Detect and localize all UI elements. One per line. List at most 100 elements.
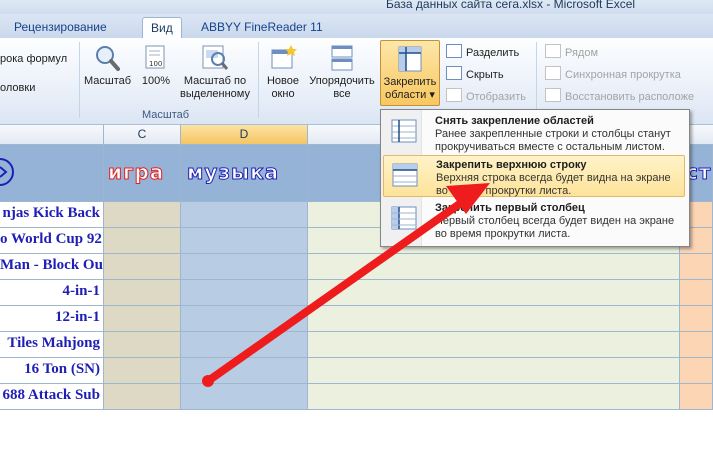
cell-d[interactable] — [181, 280, 308, 306]
hide-label: Скрыть — [466, 69, 504, 81]
cell-d[interactable] — [181, 384, 308, 410]
column-header-c[interactable]: C — [104, 125, 181, 145]
unhide-button[interactable]: Отобразить — [446, 88, 526, 104]
game-name: 4-in-1 — [62, 283, 101, 299]
freeze-first-column-desc: Первый столбец всегда будет виден на экр… — [435, 215, 675, 240]
cell-f[interactable] — [680, 254, 713, 280]
hide-button[interactable]: Скрыть — [446, 66, 504, 82]
cell-e[interactable] — [308, 332, 680, 358]
column-header-b[interactable] — [0, 125, 104, 145]
zoom-to-selection-button[interactable]: Масштаб по выделенному — [177, 44, 253, 101]
cell-f[interactable] — [680, 332, 713, 358]
cell-c[interactable] — [104, 228, 181, 254]
zoom-100-icon: 100 — [145, 45, 165, 69]
cell-c[interactable] — [104, 280, 181, 306]
hide-icon — [446, 66, 462, 80]
freeze-panes-label-line1: Закрепить — [383, 76, 437, 88]
cell-d[interactable] — [181, 306, 308, 332]
cell-e[interactable] — [308, 358, 680, 384]
cell-c[interactable] — [104, 332, 181, 358]
cell-d[interactable] — [181, 358, 308, 384]
header-cell-b[interactable] — [0, 145, 104, 202]
game-name: 688 Attack Sub — [2, 387, 100, 403]
headings-checkbox-label[interactable]: оловки — [0, 82, 35, 94]
cell-e[interactable] — [308, 384, 680, 410]
sync-scroll-button[interactable]: Синхронная прокрутка — [545, 66, 681, 82]
zoom-label: Масштаб — [84, 75, 132, 87]
new-window-label-line1: Новое — [266, 75, 300, 87]
cell-d[interactable] — [181, 254, 308, 280]
cell-c[interactable] — [104, 358, 181, 384]
tab-abbyy[interactable]: ABBYY FineReader 11 — [193, 17, 331, 37]
game-name: o World Cup 92 — [0, 231, 102, 247]
window-title: База данных сайта сега.xlsx - Microsoft … — [386, 0, 636, 11]
cell-e[interactable] — [308, 306, 680, 332]
new-window-label-line2: окно — [271, 88, 295, 100]
freeze-first-column-title: Закрепить первый столбец — [435, 202, 585, 214]
group-separator — [536, 42, 537, 118]
header-cell-c[interactable]: игра — [104, 145, 181, 202]
cell-c[interactable] — [104, 202, 181, 228]
zoom-selection-label-line1: Масштаб по — [183, 75, 247, 87]
unfreeze-title: Снять закрепление областей — [435, 115, 594, 127]
new-window-button[interactable]: Новое окно — [262, 44, 304, 101]
split-button[interactable]: Разделить — [446, 44, 519, 60]
logo-fragment-icon — [0, 158, 14, 186]
cell-d[interactable] — [181, 332, 308, 358]
arrange-all-button[interactable]: Упорядочить все — [306, 44, 378, 101]
cell-f[interactable] — [680, 280, 713, 306]
formula-bar-checkbox-label[interactable]: рока формул — [0, 53, 67, 65]
menu-item-unfreeze-panes[interactable]: Снять закрепление областей Ранее закрепл… — [383, 112, 685, 154]
tab-review[interactable]: Рецензирование — [6, 17, 115, 37]
freeze-top-row-desc: Верхняя строка всегда будет видна на экр… — [436, 172, 671, 197]
cell-c[interactable] — [104, 384, 181, 410]
cell-c[interactable] — [104, 306, 181, 332]
new-window-icon — [271, 45, 297, 69]
reset-position-icon — [545, 88, 561, 102]
unfreeze-desc: Ранее закрепленные строки и столбцы стан… — [435, 128, 671, 153]
sync-scroll-icon — [545, 66, 561, 80]
group-separator — [79, 42, 80, 118]
view-side-by-side-button[interactable]: Рядом — [545, 44, 598, 60]
cell-e[interactable] — [308, 280, 680, 306]
cell-e[interactable] — [308, 254, 680, 280]
ribbon-tab-row: Рецензирование Вид ABBYY FineReader 11 — [0, 14, 713, 39]
freeze-panes-button[interactable]: Закрепить области ▾ — [380, 40, 440, 106]
cell-c[interactable] — [104, 254, 181, 280]
unfreeze-panes-icon — [391, 119, 417, 143]
game-name: Tiles Mahjong — [7, 335, 100, 351]
side-by-side-label: Рядом — [565, 47, 599, 59]
arrange-all-label-line2: все — [333, 88, 351, 100]
arrange-all-label-line1: Упорядочить — [309, 75, 375, 87]
arrange-all-icon — [331, 45, 353, 71]
title-bar: База данных сайта сега.xlsx - Microsoft … — [0, 0, 713, 14]
cell-d[interactable] — [181, 202, 308, 228]
zoom-selection-icon — [202, 45, 229, 70]
zoom-100-button[interactable]: 100 100% — [138, 44, 174, 88]
menu-item-freeze-first-column[interactable]: Закрепить первый столбец Первый столбец … — [383, 199, 685, 241]
zoom-group-label: Масштаб — [142, 109, 190, 121]
freeze-panes-icon — [398, 46, 422, 72]
reset-window-position-button[interactable]: Восстановить расположе — [545, 88, 713, 104]
freeze-panes-label-line2: области ▾ — [385, 89, 435, 101]
freeze-panes-menu: Снять закрепление областей Ранее закрепл… — [380, 109, 690, 247]
game-name: Man - Block Out — [0, 257, 103, 273]
menu-item-freeze-top-row[interactable]: Закрепить верхнюю строку Верхняя строка … — [383, 155, 685, 197]
cell-f[interactable] — [680, 358, 713, 384]
unhide-label: Отобразить — [466, 91, 526, 103]
zoom-100-label: 100% — [141, 75, 171, 87]
split-label: Разделить — [466, 47, 520, 59]
tab-view[interactable]: Вид — [142, 17, 182, 39]
header-cell-d[interactable]: музыка — [181, 145, 308, 202]
cell-d[interactable] — [181, 228, 308, 254]
magnifier-icon — [96, 46, 120, 71]
column-header-d[interactable]: D — [181, 125, 308, 145]
sync-scroll-label: Синхронная прокрутка — [565, 69, 681, 81]
cell-f[interactable] — [680, 306, 713, 332]
header-game: игра — [107, 160, 165, 185]
game-name: njas Kick Back — [2, 205, 100, 221]
zoom-button[interactable]: Масштаб — [84, 44, 132, 88]
freeze-top-row-icon — [392, 163, 418, 187]
cell-f[interactable] — [680, 384, 713, 410]
side-by-side-icon — [545, 44, 561, 58]
